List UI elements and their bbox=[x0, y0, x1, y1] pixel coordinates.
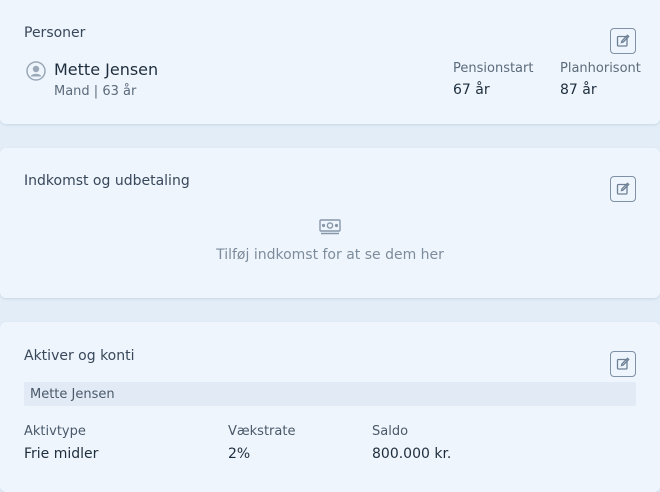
edit-icon bbox=[616, 34, 630, 47]
edit-income-button[interactable] bbox=[610, 176, 636, 202]
person-meta: Mand | 63 år bbox=[54, 84, 137, 99]
pension-start-value: 67 år bbox=[453, 82, 490, 98]
assets-title: Aktiver og konti bbox=[24, 348, 135, 364]
plan-horizon-value: 87 år bbox=[560, 82, 597, 98]
balance-cell: 800.000 kr. bbox=[372, 446, 452, 462]
column-header-balance: Saldo bbox=[372, 424, 409, 439]
column-header-growth-rate: Vækstrate bbox=[228, 424, 296, 439]
user-avatar-icon bbox=[26, 61, 46, 81]
pension-start-label: Pensionstart bbox=[453, 61, 534, 76]
edit-icon bbox=[616, 357, 630, 370]
edit-icon bbox=[616, 182, 630, 195]
edit-assets-button[interactable] bbox=[610, 351, 636, 377]
income-empty-message: Tilføj indkomst for at se dem her bbox=[216, 247, 444, 263]
money-icon bbox=[319, 219, 341, 235]
growth-rate-cell: 2% bbox=[228, 446, 251, 462]
person-name: Mette Jensen bbox=[54, 60, 159, 79]
asset-owner-header: Mette Jensen bbox=[24, 382, 636, 406]
income-title: Indkomst og udbetaling bbox=[24, 173, 190, 189]
persons-title: Personer bbox=[24, 25, 86, 41]
asset-type-cell: Frie midler bbox=[24, 446, 99, 462]
plan-horizon-label: Planhorisont bbox=[560, 61, 641, 76]
column-header-asset-type: Aktivtype bbox=[24, 424, 86, 439]
persons-card: Personer Mette Jensen Mand | 63 år Pensi… bbox=[0, 0, 660, 124]
edit-persons-button[interactable] bbox=[610, 28, 636, 54]
asset-owner-name: Mette Jensen bbox=[30, 387, 115, 402]
assets-card: Aktiver og konti bbox=[0, 322, 660, 492]
